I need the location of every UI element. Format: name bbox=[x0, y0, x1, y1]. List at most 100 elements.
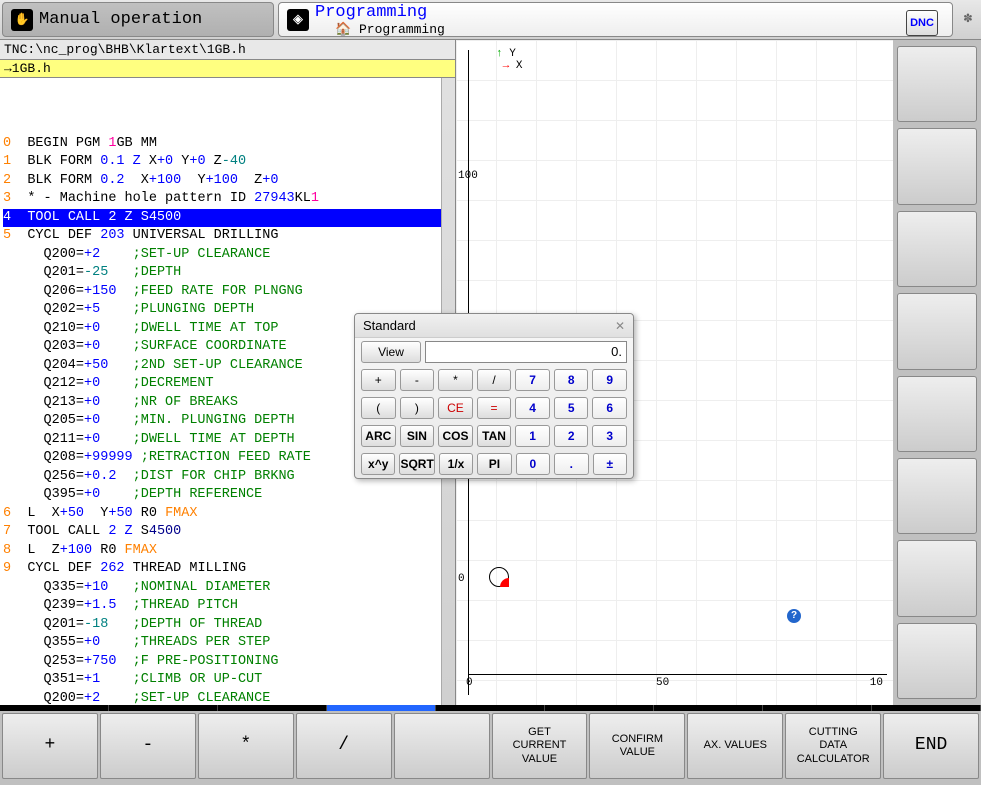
softkey-v6[interactable] bbox=[897, 458, 977, 534]
bottom-softkeys: + - * / GETCURRENTVALUE CONFIRMVALUE AX.… bbox=[0, 711, 981, 781]
calc-key-xy[interactable]: x^y bbox=[361, 453, 395, 475]
prog-sub: 🏠 Programming bbox=[335, 22, 445, 37]
code-line[interactable]: 3 * - Machine hole pattern ID 27943KL1 bbox=[3, 190, 452, 209]
calc-key-1x[interactable]: 1/x bbox=[439, 453, 473, 475]
calc-key-[interactable]: - bbox=[400, 369, 435, 391]
softkey-confirm[interactable]: CONFIRMVALUE bbox=[589, 713, 685, 779]
file-tab[interactable]: →1GB.h bbox=[0, 60, 455, 78]
tick-y-0: 0 bbox=[458, 573, 465, 585]
calc-key-TAN[interactable]: TAN bbox=[477, 425, 512, 447]
x-arrow-icon: → bbox=[503, 60, 510, 72]
softkey-cutting-data[interactable]: CUTTINGDATACALCULATOR bbox=[785, 713, 881, 779]
calc-title-text: Standard bbox=[363, 318, 416, 333]
hand-icon: ✋ bbox=[11, 9, 33, 31]
calc-key-[interactable]: + bbox=[361, 369, 396, 391]
y-axis-label: Y bbox=[509, 48, 516, 60]
softkey-mult[interactable]: * bbox=[198, 713, 294, 779]
calc-key-8[interactable]: 8 bbox=[554, 369, 589, 391]
tick-x-50: 50 bbox=[656, 677, 669, 689]
prog-inner: Programming 🏠 Programming bbox=[315, 3, 445, 37]
code-line[interactable]: Q335=+10 ;NOMINAL DIAMETER bbox=[3, 579, 452, 598]
help-icon[interactable]: ? bbox=[787, 609, 801, 623]
calc-key-4[interactable]: 4 bbox=[515, 397, 550, 419]
top-bar: ✋ Manual operation ◈ Programming 🏠 Progr… bbox=[0, 0, 981, 40]
code-line[interactable]: 5 CYCL DEF 203 UNIVERSAL DRILLING bbox=[3, 227, 452, 246]
tick-x-0: 0 bbox=[466, 677, 473, 689]
calc-key-[interactable]: = bbox=[477, 397, 512, 419]
softkey-get-current[interactable]: GETCURRENTVALUE bbox=[492, 713, 588, 779]
softkey-v3[interactable] bbox=[897, 211, 977, 287]
code-line[interactable]: 7 TOOL CALL 2 Z S4500 bbox=[3, 523, 452, 542]
code-line[interactable]: 9 CYCL DEF 262 THREAD MILLING bbox=[3, 560, 452, 579]
y-arrow-icon: ↑ bbox=[496, 48, 503, 60]
calc-key-ARC[interactable]: ARC bbox=[361, 425, 396, 447]
x-axis-label: X bbox=[516, 60, 523, 72]
axis-x bbox=[468, 674, 887, 675]
calc-key-0[interactable]: 0 bbox=[516, 453, 550, 475]
calc-key-[interactable]: ± bbox=[593, 453, 627, 475]
code-line[interactable]: Q201=-25 ;DEPTH bbox=[3, 264, 452, 283]
softkey-v1[interactable] bbox=[897, 46, 977, 122]
calc-key-3[interactable]: 3 bbox=[592, 425, 627, 447]
tick-x-10: 10 bbox=[870, 677, 883, 689]
tick-y-100: 100 bbox=[458, 170, 478, 182]
softkey-v7[interactable] bbox=[897, 540, 977, 616]
code-line[interactable]: 4 TOOL CALL 2 Z S4500 bbox=[3, 209, 452, 228]
calc-key-SIN[interactable]: SIN bbox=[400, 425, 435, 447]
calc-key-SQRT[interactable]: SQRT bbox=[399, 453, 434, 475]
right-softkeys bbox=[893, 40, 981, 705]
softkey-v8[interactable] bbox=[897, 623, 977, 699]
calc-key-COS[interactable]: COS bbox=[438, 425, 473, 447]
calc-key-[interactable]: * bbox=[438, 369, 473, 391]
calc-titlebar[interactable]: Standard ✕ bbox=[355, 314, 633, 338]
code-line[interactable]: Q351=+1 ;CLIMB OR UP-CUT bbox=[3, 671, 452, 690]
clock-icon: ✽ bbox=[955, 0, 981, 39]
code-line[interactable]: Q239=+1.5 ;THREAD PITCH bbox=[3, 597, 452, 616]
prog-label: Programming bbox=[315, 3, 445, 22]
calc-key-[interactable]: ( bbox=[361, 397, 396, 419]
home-icon: 🏠 bbox=[335, 22, 351, 37]
calc-key-7[interactable]: 7 bbox=[515, 369, 550, 391]
softkey-v2[interactable] bbox=[897, 128, 977, 204]
code-line[interactable]: Q395=+0 ;DEPTH REFERENCE bbox=[3, 486, 452, 505]
mode-tab-manual[interactable]: ✋ Manual operation bbox=[2, 2, 274, 37]
softkey-empty[interactable] bbox=[394, 713, 490, 779]
code-line[interactable]: 6 L X+50 Y+50 R0 FMAX bbox=[3, 505, 452, 524]
calculator-window[interactable]: Standard ✕ View 0. +-*/789 ()CE=456 ARCS… bbox=[354, 313, 634, 479]
manual-label: Manual operation bbox=[39, 10, 202, 29]
code-line[interactable]: Q206=+150 ;FEED RATE FOR PLNGNG bbox=[3, 283, 452, 302]
coord-arrows: ↑ Y → X bbox=[496, 48, 522, 72]
calc-key-1[interactable]: 1 bbox=[515, 425, 550, 447]
softkey-plus[interactable]: + bbox=[2, 713, 98, 779]
code-line[interactable]: 2 BLK FORM 0.2 X+100 Y+100 Z+0 bbox=[3, 172, 452, 191]
close-icon[interactable]: ✕ bbox=[615, 319, 625, 333]
calc-key-[interactable]: ) bbox=[400, 397, 435, 419]
softkey-ax-values[interactable]: AX. VALUES bbox=[687, 713, 783, 779]
code-line[interactable]: Q200=+2 ;SET-UP CLEARANCE bbox=[3, 690, 452, 706]
origin-marker-icon bbox=[489, 567, 509, 587]
softkey-v5[interactable] bbox=[897, 376, 977, 452]
calc-key-PI[interactable]: PI bbox=[477, 453, 511, 475]
code-line[interactable]: Q253=+750 ;F PRE-POSITIONING bbox=[3, 653, 452, 672]
softkey-v4[interactable] bbox=[897, 293, 977, 369]
softkey-div[interactable]: / bbox=[296, 713, 392, 779]
calc-key-5[interactable]: 5 bbox=[554, 397, 589, 419]
code-line[interactable]: Q201=-18 ;DEPTH OF THREAD bbox=[3, 616, 452, 635]
calc-key-2[interactable]: 2 bbox=[554, 425, 589, 447]
calc-view-button[interactable]: View bbox=[361, 341, 421, 363]
code-line[interactable]: 0 BEGIN PGM 1GB MM bbox=[3, 135, 452, 154]
calc-key-9[interactable]: 9 bbox=[592, 369, 627, 391]
mode-tab-programming[interactable]: ◈ Programming 🏠 Programming DNC bbox=[278, 2, 953, 37]
dnc-badge[interactable]: DNC bbox=[906, 10, 938, 36]
code-line[interactable]: Q355=+0 ;THREADS PER STEP bbox=[3, 634, 452, 653]
code-line[interactable]: 8 L Z+100 R0 FMAX bbox=[3, 542, 452, 561]
softkey-minus[interactable]: - bbox=[100, 713, 196, 779]
softkey-end[interactable]: END bbox=[883, 713, 979, 779]
code-line[interactable]: Q200=+2 ;SET-UP CLEARANCE bbox=[3, 246, 452, 265]
calc-key-[interactable]: / bbox=[477, 369, 512, 391]
diamond-icon: ◈ bbox=[287, 9, 309, 31]
code-line[interactable]: 1 BLK FORM 0.1 Z X+0 Y+0 Z-40 bbox=[3, 153, 452, 172]
calc-key-CE[interactable]: CE bbox=[438, 397, 473, 419]
calc-key-[interactable]: . bbox=[554, 453, 588, 475]
calc-key-6[interactable]: 6 bbox=[592, 397, 627, 419]
